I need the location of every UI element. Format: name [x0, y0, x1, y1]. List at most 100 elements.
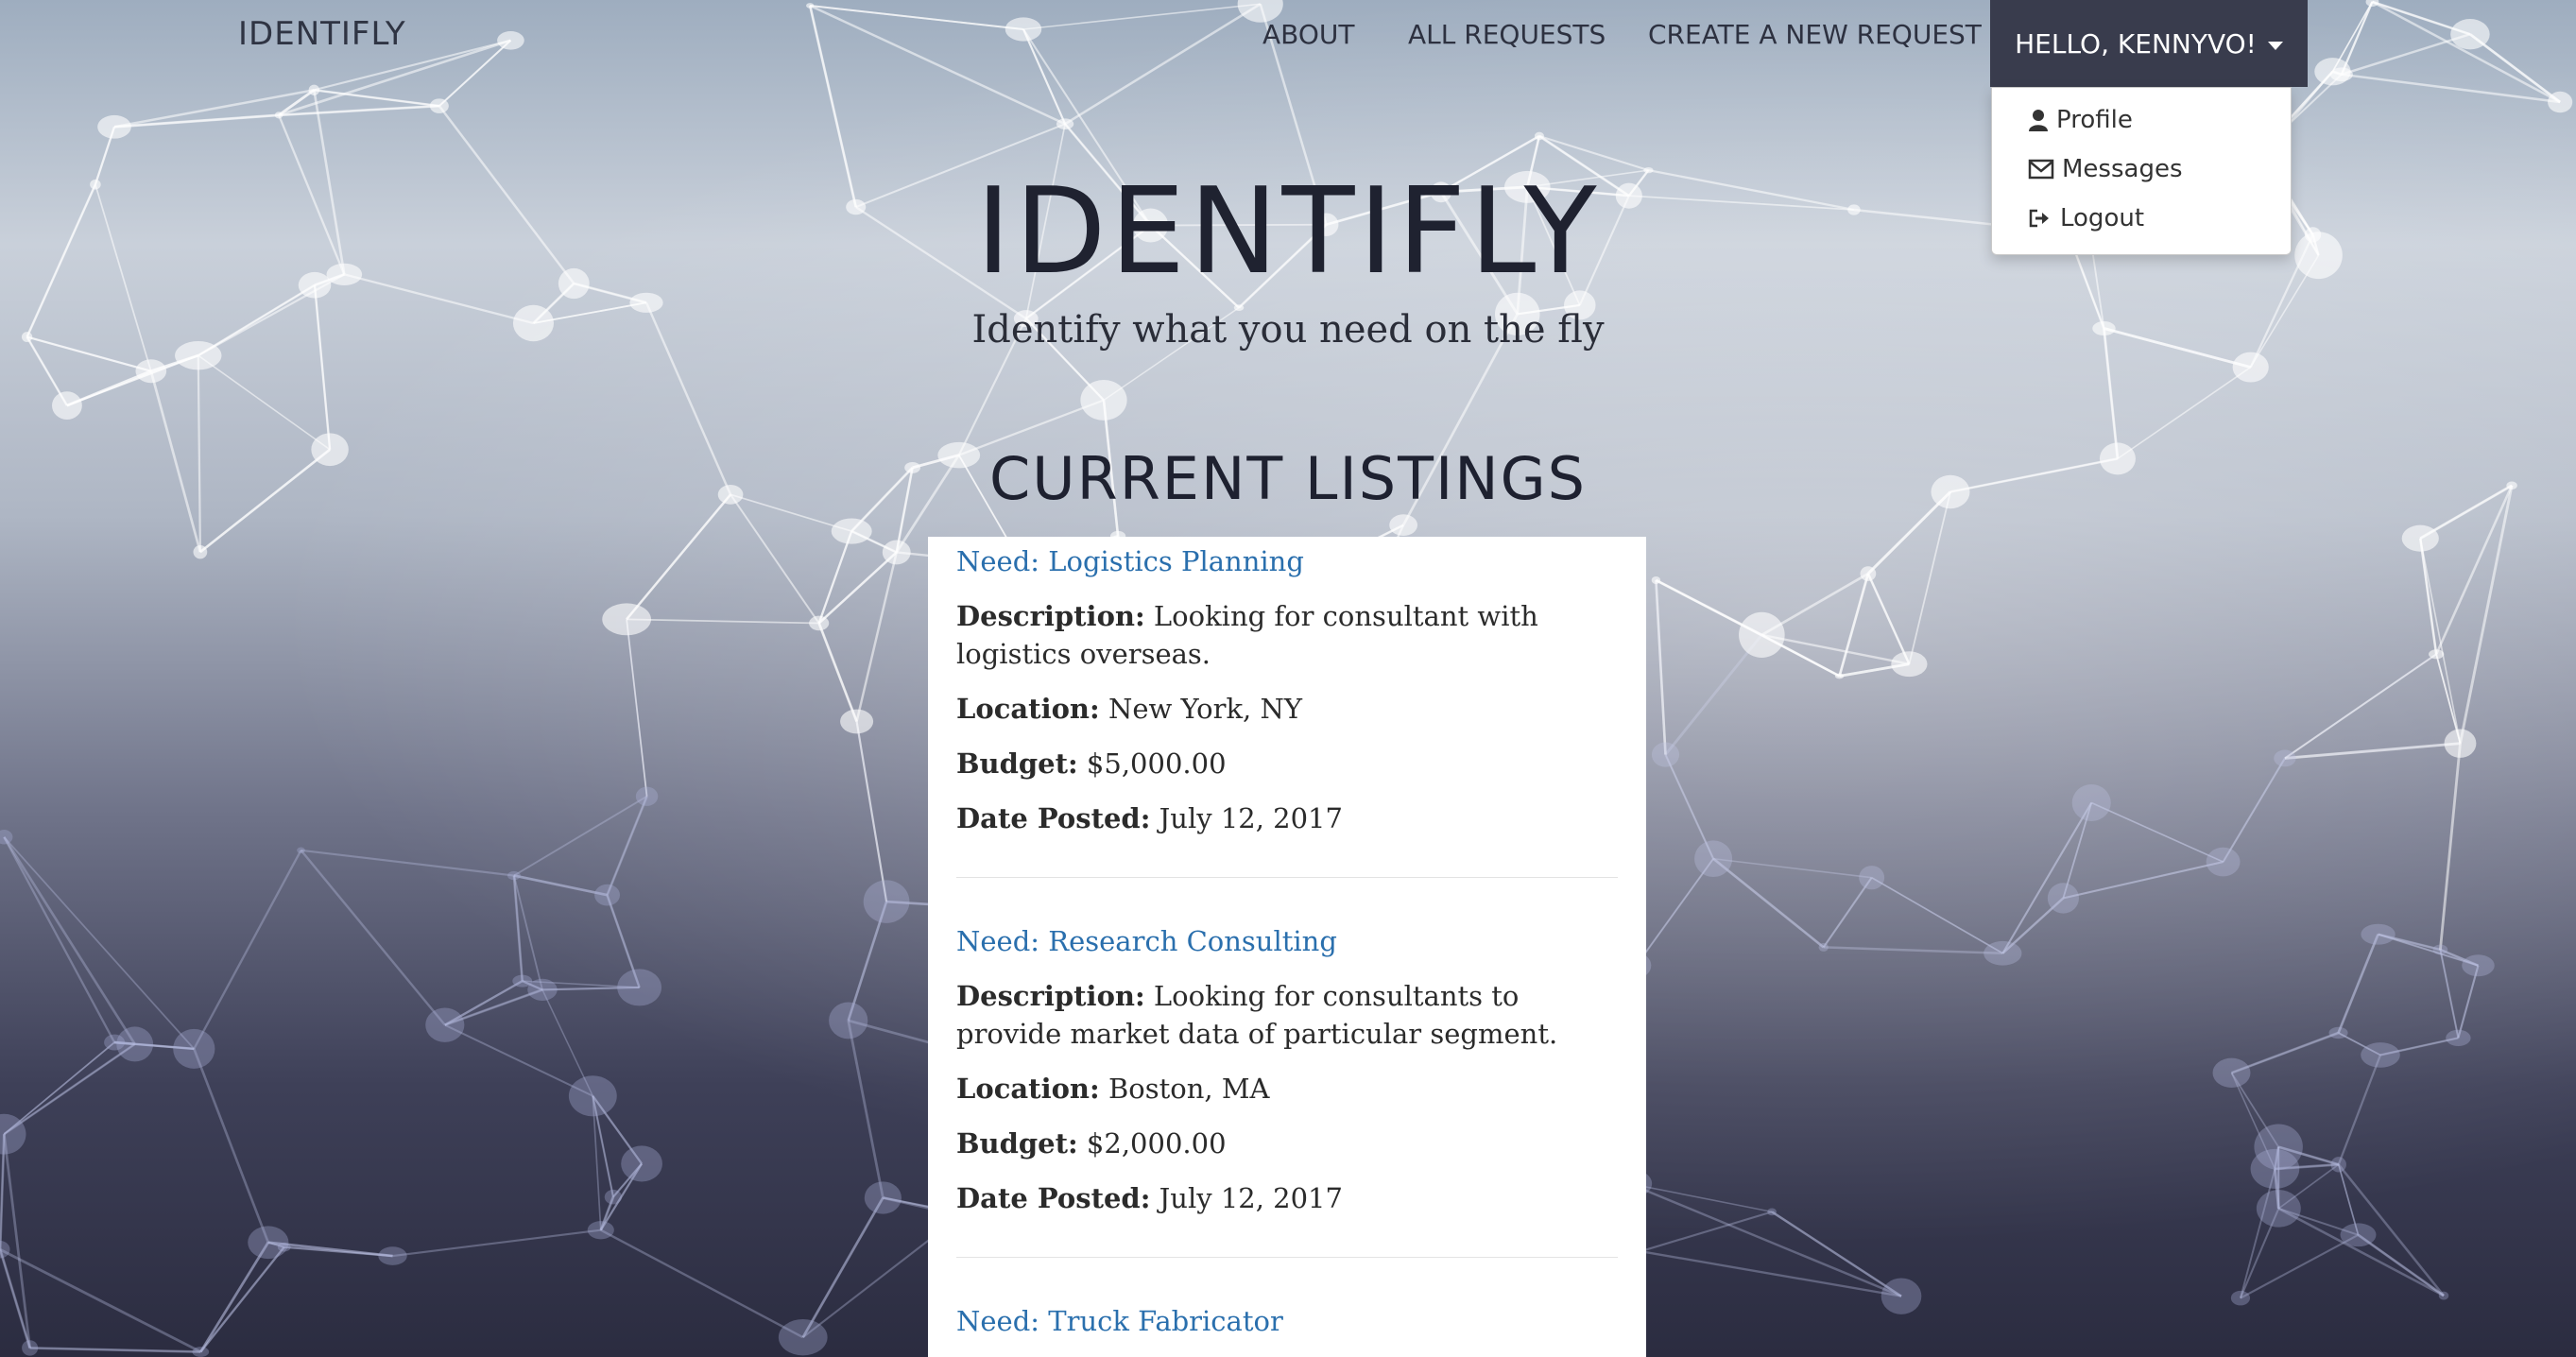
network-edge [847, 901, 888, 1022]
network-node [2446, 1029, 2471, 1046]
network-node [1818, 942, 1829, 952]
network-edge [193, 850, 302, 1050]
network-node [882, 540, 911, 565]
network-node [1056, 118, 1074, 129]
network-node [2274, 749, 2296, 767]
network-edge [2419, 538, 2462, 744]
network-node [1694, 840, 1733, 878]
network-node [2340, 1223, 2377, 1247]
network-node [2401, 524, 2439, 552]
network-edge [599, 1196, 614, 1231]
network-edge [2230, 1072, 2279, 1148]
network-edge [606, 796, 648, 896]
network-edge [2379, 1037, 2459, 1056]
network-edge [2277, 1163, 2340, 1210]
network-edge [626, 619, 648, 797]
network-edge [817, 551, 898, 625]
location-value: New York, NY [1108, 693, 1303, 725]
listings-card: Need: Logistics Planning Description: Lo… [928, 537, 1646, 1357]
network-edge [1712, 857, 1825, 949]
network-edge [2231, 1032, 2339, 1074]
network-edge [2284, 653, 2437, 760]
network-node [635, 786, 659, 806]
network-edge [512, 875, 524, 982]
nav-create-request[interactable]: CREATE A NEW REQUEST [1648, 19, 1982, 50]
network-node [1880, 1278, 1922, 1314]
listing-title-link[interactable]: Need: Research Consulting [956, 922, 1618, 960]
network-edge [444, 1023, 593, 1097]
network-edge [199, 1245, 285, 1353]
network-edge [1760, 633, 1841, 678]
network-edge [513, 874, 608, 897]
listing-divider [956, 1257, 1618, 1258]
network-edge [626, 493, 732, 621]
network-edge [2284, 742, 2461, 760]
network-edge [522, 980, 543, 991]
network-edge [2439, 948, 2479, 967]
network-edge [2001, 897, 2065, 954]
listing-date: Date Posted: July 12, 2017 [956, 1179, 1618, 1217]
network-edge [817, 530, 853, 624]
network-node [52, 391, 82, 420]
navbar: IDENTIFLY ABOUT ALL REQUESTS CREATE A NE… [0, 0, 2576, 87]
network-node [97, 114, 131, 139]
network-node [0, 830, 13, 845]
network-edge [600, 1228, 804, 1339]
listing-title-link[interactable]: Need: Truck Fabricator [956, 1302, 1618, 1340]
network-edge [2435, 654, 2462, 744]
network-edge [2337, 1055, 2382, 1165]
network-edge [2090, 801, 2224, 863]
network-edge [627, 618, 819, 625]
description-label: Description: [956, 600, 1145, 632]
network-edge [522, 979, 543, 991]
description-label: Description: [956, 980, 1145, 1012]
listing-description: Description: Looking for consultants to … [956, 977, 1618, 1053]
network-edge [197, 354, 331, 451]
network-node [1389, 514, 1417, 537]
network-edge [2275, 1163, 2339, 1170]
network-edge [606, 796, 648, 896]
user-menu-toggle[interactable]: HELLO, KENNYVO! [1990, 0, 2308, 87]
network-edge [2457, 965, 2480, 1039]
network-edge [444, 980, 524, 1026]
menu-item-label: Profile [2056, 106, 2133, 134]
network-edge [29, 1347, 201, 1353]
network-edge [2379, 1037, 2459, 1056]
budget-value: $5,000.00 [1086, 747, 1227, 780]
network-node [1534, 131, 1544, 141]
network-edge [283, 1245, 393, 1258]
listing-title-link[interactable]: Need: Logistics Planning [956, 542, 1618, 580]
network-node [809, 615, 830, 631]
network-node [0, 1113, 26, 1155]
network-edge [2274, 1146, 2280, 1170]
network-edge [2273, 1168, 2280, 1210]
nav-about[interactable]: ABOUT [1262, 19, 1355, 50]
network-edge [1712, 857, 1825, 949]
network-edge [1823, 946, 2003, 955]
network-node [1651, 575, 1661, 585]
network-edge [2418, 538, 2438, 655]
menu-item-profile[interactable]: Profile [2028, 101, 2133, 139]
network-node [1651, 742, 1680, 767]
network-edge [592, 1095, 643, 1165]
network-edge [0, 1134, 6, 1250]
network-node [1767, 1208, 1777, 1216]
network-edge [392, 1228, 601, 1258]
network-node [568, 1075, 617, 1117]
network-edge [2435, 654, 2462, 744]
network-node [2047, 883, 2079, 914]
network-edge [1664, 754, 1714, 860]
network-node [594, 884, 621, 906]
brand-logo[interactable]: IDENTIFLY [238, 15, 406, 53]
nav-all-requests[interactable]: ALL REQUESTS [1408, 19, 1606, 50]
network-edge [444, 988, 543, 1026]
network-edge [2230, 1072, 2276, 1170]
network-node [1859, 866, 1885, 890]
listing-item: Need: Truck Fabricator [956, 1302, 1618, 1340]
network-node [621, 1145, 662, 1182]
network-edge [612, 1162, 643, 1198]
network-edge [606, 894, 641, 988]
network-edge [193, 1048, 270, 1244]
network-node [2254, 1124, 2303, 1170]
network-edge [66, 354, 199, 406]
